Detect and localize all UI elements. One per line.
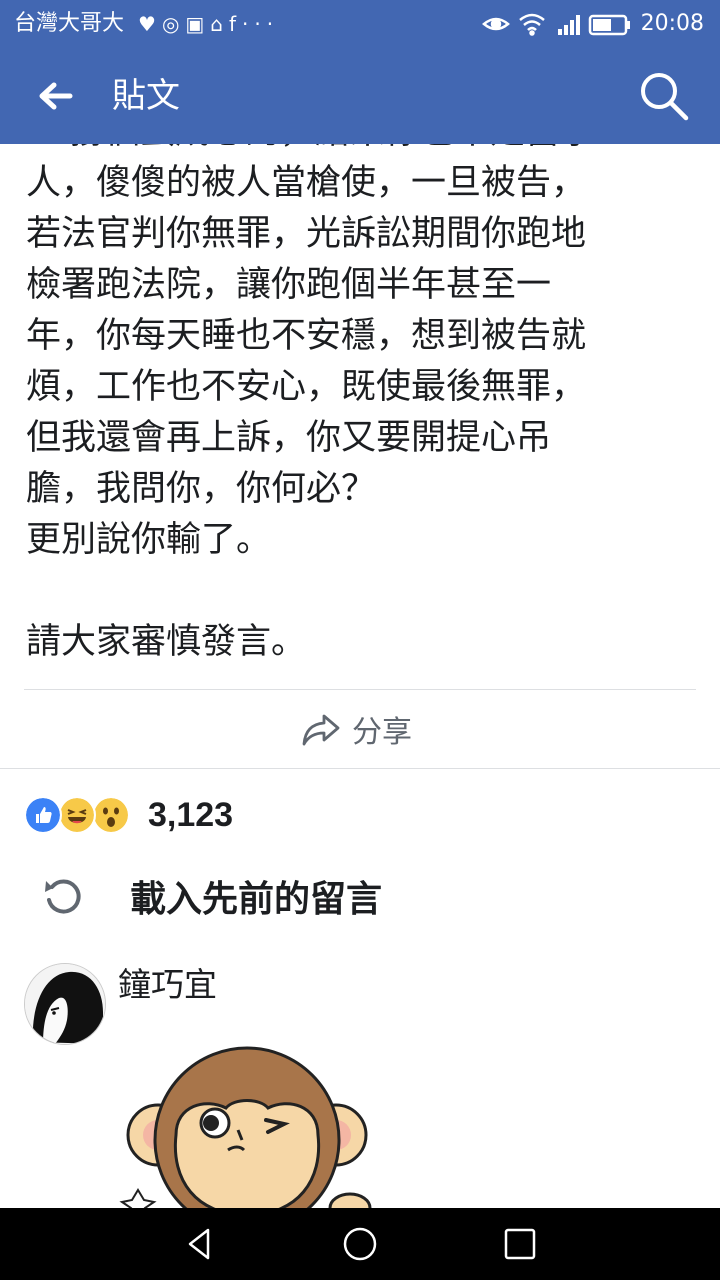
post-line: 人，傻傻的被人當槍使，一旦被告， (26, 163, 587, 203)
facebook-icon: f (229, 12, 243, 36)
reactions-summary[interactable]: 3,123 (24, 795, 233, 835)
page-title: 貼文 (112, 76, 180, 116)
post-line: 若法官判你無罪，光訴訟期間你跑地 (26, 214, 587, 254)
app-bar: 貼文 (0, 48, 720, 144)
post-line: 膽，我問你，你何必？ (26, 469, 377, 509)
post-body: PK撐個蛋成思的，結果你也不是當事 人，傻傻的被人當槍使，一旦被告， 若法官判你… (0, 144, 720, 690)
back-triangle-icon[interactable] (182, 1226, 218, 1262)
post-line: 年，你每天睡也不安穩，想到被告就 (26, 316, 587, 356)
reaction-count: 3,123 (148, 795, 234, 834)
notification-icons: ♥◎▣⌂f··· (138, 11, 279, 37)
signal-icon (558, 15, 580, 35)
like-reaction-icon (24, 796, 62, 834)
system-icons (482, 13, 630, 36)
heart-pulse-icon: ♥ (138, 12, 162, 36)
wow-reaction-icon (92, 796, 130, 834)
avatar[interactable] (24, 963, 106, 1045)
app-icon: ▣ (185, 12, 211, 36)
system-navigation-bar (0, 1208, 720, 1280)
haha-reaction-icon (58, 796, 96, 834)
carrier-name: 台灣大哥大 (14, 11, 125, 36)
status-bar: 台灣大哥大 ♥◎▣⌂f··· 20:08 (0, 0, 720, 48)
broom-icon: ⌂ (210, 12, 229, 36)
reload-icon (45, 879, 81, 914)
post-line: 檢署跑法院，讓你跑個半年甚至一 (26, 265, 552, 305)
eye-icon (482, 17, 510, 31)
post-text: PK撐個蛋成思的，結果你也不是當事 人，傻傻的被人當槍使，一旦被告， 若法官判你… (26, 144, 686, 668)
profile-picture (25, 964, 105, 1044)
share-button[interactable]: 分享 (300, 705, 412, 753)
monkey-sticker[interactable] (118, 1040, 398, 1210)
post-line: 但我還會再上訴，你又要開提心吊 (26, 418, 552, 458)
divider (0, 768, 720, 769)
monkey-sticker-image (119, 1046, 372, 1210)
share-arrow-icon (302, 714, 340, 746)
chrome-icon: ◎ (161, 12, 186, 36)
load-previous-label: 載入先前的留言 (130, 879, 383, 920)
post-closing-line: 請大家審慎發言。 (26, 622, 307, 662)
battery-icon (588, 14, 630, 36)
back-arrow-icon[interactable] (36, 76, 76, 116)
comment-author[interactable]: 鐘巧宜 (118, 963, 217, 1007)
divider (24, 689, 696, 690)
share-label: 分享 (352, 715, 412, 750)
post-line: PK撐個蛋成思的，結果你也不是當事 (26, 144, 686, 158)
recents-square-icon[interactable] (502, 1226, 538, 1262)
post-line: 煩，工作也不安心，既使最後無罪， (26, 367, 587, 407)
home-circle-icon[interactable] (342, 1226, 378, 1262)
more-icon: ··· (242, 12, 280, 36)
load-previous-comments-button[interactable]: 載入先前的留言 (40, 866, 382, 926)
post-line: 更別說你輸了。 (26, 520, 272, 560)
wifi-icon (519, 13, 545, 36)
search-icon[interactable] (638, 70, 690, 122)
clock: 20:08 (640, 11, 704, 36)
